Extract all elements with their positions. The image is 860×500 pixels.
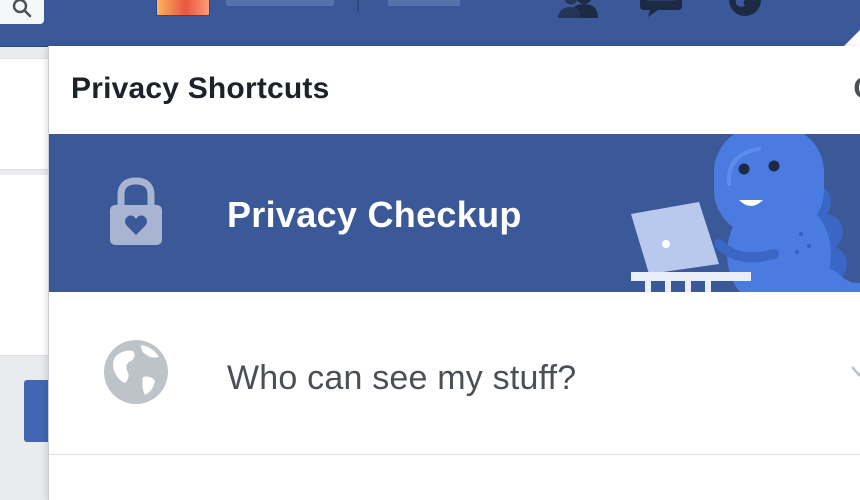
dropdown-header: Privacy Shortcuts C	[49, 46, 860, 135]
nav-divider	[357, 0, 359, 12]
lock-icon	[110, 177, 162, 245]
search-icon	[12, 0, 32, 18]
who-can-see-label: Who can see my stuff?	[227, 359, 577, 397]
friend-requests-icon[interactable]	[556, 0, 602, 18]
background-card	[0, 175, 48, 356]
dinosaur-illustration	[631, 134, 860, 292]
notifications-globe-icon[interactable]	[722, 0, 768, 18]
privacy-checkup-item[interactable]: Privacy Checkup	[49, 134, 860, 292]
who-can-see-my-stuff-item[interactable]: Who can see my stuff?	[49, 292, 860, 455]
search-button[interactable]	[0, 0, 44, 24]
screen: Privacy Shortcuts C Privacy Checkup	[0, 0, 860, 500]
profile-name-link[interactable]	[226, 0, 334, 6]
home-link[interactable]	[388, 0, 460, 6]
messages-icon[interactable]	[638, 0, 684, 18]
settings-link-partial[interactable]: C	[853, 72, 860, 106]
next-menu-item[interactable]	[49, 455, 860, 500]
chevron-down-icon[interactable]	[851, 364, 860, 378]
globe-icon	[104, 340, 168, 404]
privacy-checkup-label: Privacy Checkup	[227, 194, 522, 235]
profile-avatar[interactable]	[156, 0, 210, 16]
top-navigation-bar	[0, 0, 860, 47]
dropdown-caret	[844, 30, 860, 46]
page-title: Privacy Shortcuts	[71, 72, 330, 105]
background-card	[0, 58, 48, 170]
privacy-shortcuts-dropdown: Privacy Shortcuts C Privacy Checkup	[48, 46, 860, 500]
